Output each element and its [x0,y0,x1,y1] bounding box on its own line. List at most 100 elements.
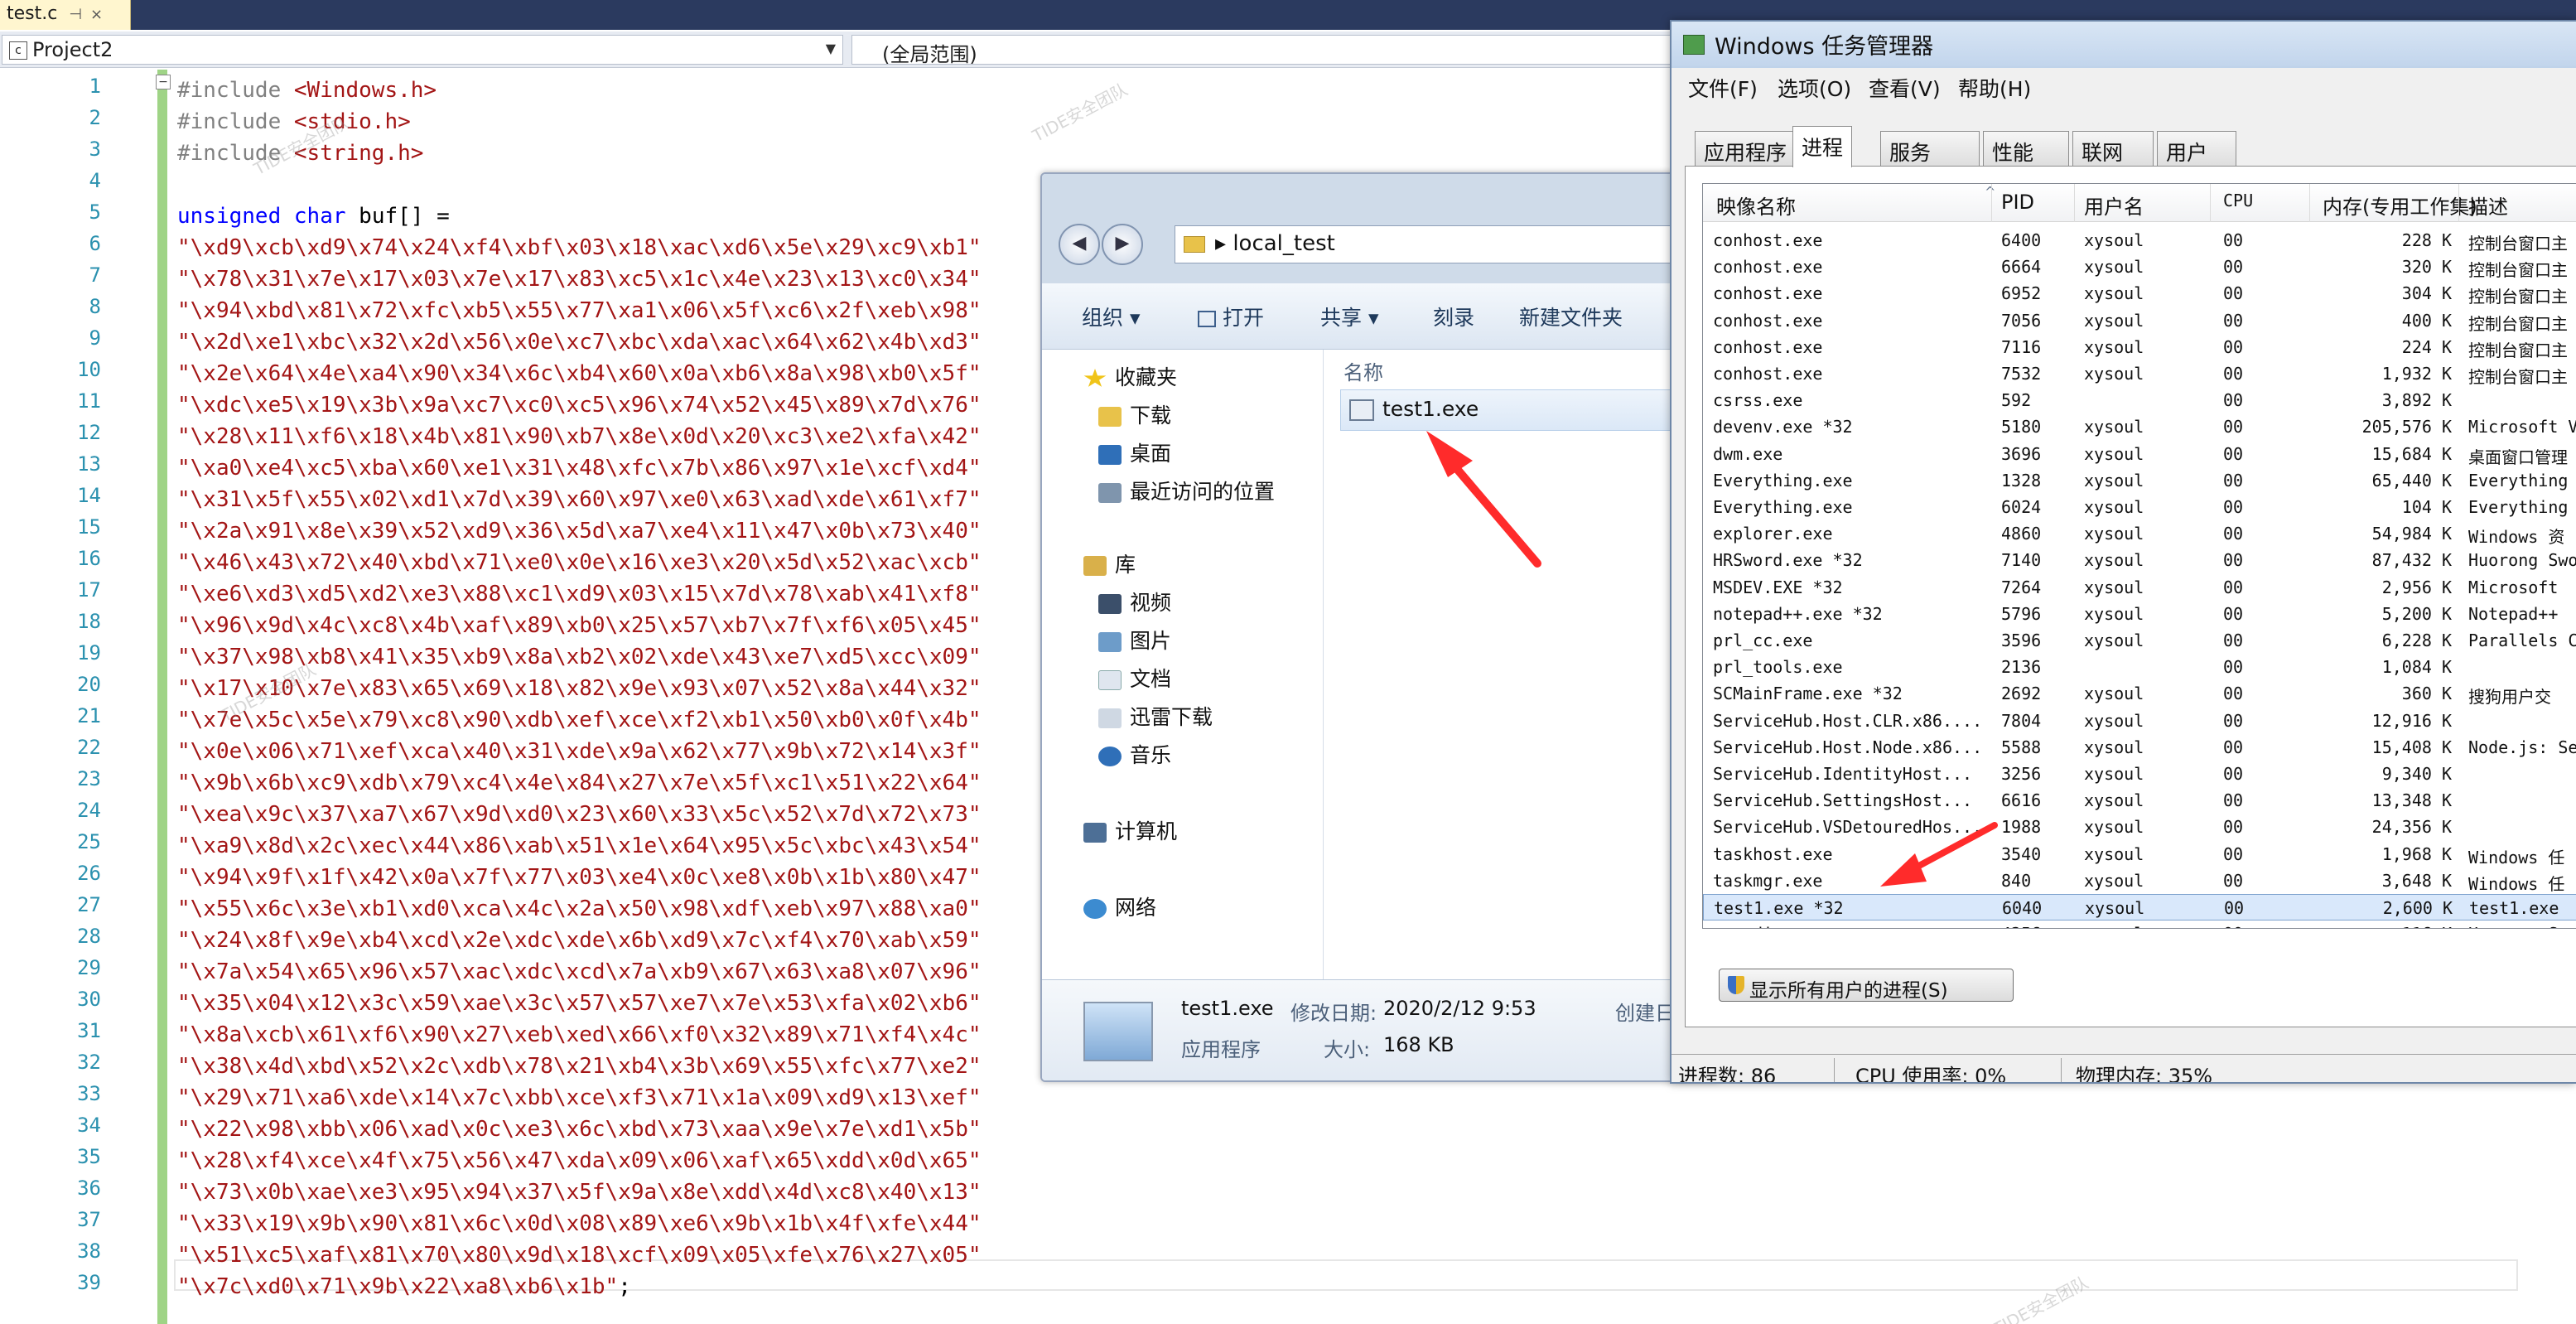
tab-users[interactable]: 用户 [2157,131,2236,166]
process-row[interactable]: conhost.exe 7116 xysoul 00 224 K 控制台窗口主 [1703,334,2576,360]
process-row[interactable]: Everything.exe 6024 xysoul 00 104 K Everythin… [1703,494,2576,520]
process-row[interactable]: conhost.exe 7056 xysoul 00 400 K 控制台窗口主 [1703,307,2576,334]
menu-file[interactable]: 文件(F) [1688,73,1758,103]
line-number: 37 [77,1208,101,1231]
scope-dropdown-value: (全局范围) [882,43,977,65]
nav-network[interactable]: 网络 [1083,892,1156,921]
process-row[interactable]: ServiceHub.IdentityHost... 3256 xysoul 00 9,… [1703,761,2576,787]
process-mem: 87,432 K [2371,550,2452,571]
nav-recent-places[interactable]: 最近访问的位置 [1098,476,1275,505]
scope-dropdown[interactable]: (全局范围) [851,35,1680,65]
process-row[interactable]: notepad++.exe *32 5796 xysoul 00 5,200 K Note… [1703,601,2576,627]
project-dropdown[interactable]: c Project2 ▼ [2,35,843,65]
process-row[interactable]: taskhost.exe 3540 xysoul 00 1,968 K Windows 任 [1703,841,2576,867]
process-row[interactable]: devenv.exe *32 5180 xysoul 00 205,576 K Micro… [1703,413,2576,440]
task-manager-titlebar: Windows 任务管理器 [1672,22,2576,66]
collapse-toggle-icon[interactable]: − [156,75,171,89]
process-mem: 6,228 K [2381,631,2452,650]
process-mem: 1,084 K [2381,657,2452,678]
nav-videos[interactable]: 视频 [1098,587,1171,616]
process-row[interactable]: Everything.exe 1328 xysoul 00 65,440 K Everyt… [1703,467,2576,494]
col-description[interactable]: 描述 [2468,191,2508,220]
process-row[interactable]: ServiceHub.Host.CLR.x86.... 7804 xysoul 00 1… [1703,708,2576,734]
process-row[interactable]: conhost.exe 6664 xysoul 00 320 K 控制台窗口主 [1703,254,2576,280]
process-row[interactable]: explorer.exe 4860 xysoul 00 54,984 K Windows … [1703,520,2576,547]
nav-favorites-label: 收藏夹 [1115,365,1178,389]
tab-networking[interactable]: 联网 [2072,131,2154,166]
nav-favorites[interactable]: 收藏夹 [1083,361,1177,391]
tab-applications[interactable]: 应用程序 [1695,131,1797,166]
line-number: 14 [77,484,101,507]
col-memory[interactable]: 内存(专用工作集) [2323,191,2477,220]
process-row[interactable]: test1.exe *32 6040 xysoul 00 2,600 K test1.ex… [1703,894,2576,921]
process-mem: 15,408 K [2371,737,2452,757]
nav-libraries[interactable]: 库 [1083,548,1136,578]
tab-performance[interactable]: 性能 [1983,131,2069,166]
uac-shield-icon [1728,976,1744,994]
line-number: 9 [89,326,101,350]
star-icon [1083,369,1107,387]
col-user[interactable]: 用户名 [2084,191,2144,220]
process-user: xysoul [2084,497,2144,517]
process-pid: 3596 [2001,631,2042,650]
toolbar-burn[interactable]: 刻录 [1433,302,1474,331]
process-mem: 2,956 K [2381,577,2452,597]
process-row[interactable]: ServiceHub.VSDetouredHos... 1988 xysoul 00 2… [1703,814,2576,840]
process-row[interactable]: prl_cc.exe 3596 xysoul 00 6,228 K Parallels C [1703,627,2576,654]
col-image-name[interactable]: 映像名称 [1716,191,1796,220]
nav-xunlei-downloads[interactable]: 迅雷下载 [1098,701,1213,731]
include-directive: #include [177,78,294,103]
process-mem: 3,648 K [2381,870,2452,891]
process-row[interactable]: ServiceHub.Host.Node.x86... 5588 xysoul 00 1… [1703,734,2576,761]
process-row[interactable]: taskmgr.exe 840 xysoul 00 3,648 K Windows 任 [1703,867,2576,894]
pin-icon[interactable]: ⊣ [69,6,82,23]
process-row[interactable]: dwm.exe 3696 xysoul 00 15,684 K 桌面窗口管理 [1703,441,2576,467]
process-row[interactable]: prl_tools.exe 2136 00 1,084 K [1703,654,2576,680]
process-row[interactable]: HRSword.exe *32 7140 xysoul 00 87,432 K Huoro… [1703,547,2576,573]
forward-button[interactable]: ▶ [1102,224,1143,265]
process-cpu: 00 [2223,843,2244,864]
process-row[interactable]: MSDEV.EXE *32 7264 xysoul 00 2,956 K Microsof… [1703,574,2576,601]
toolbar-organize[interactable]: 组织 ▾ [1082,302,1141,331]
nav-pictures[interactable]: 图片 [1098,625,1171,655]
tab-services[interactable]: 服务 [1880,131,1980,166]
file-item-test1-exe[interactable]: test1.exe [1340,389,1718,431]
process-user: xysoul [2084,737,2144,757]
col-cpu[interactable]: CPU [2223,191,2253,210]
nav-downloads[interactable]: 下载 [1098,399,1171,429]
nav-documents[interactable]: 文档 [1098,663,1171,693]
process-table[interactable]: 映像名称 ^ PID 用户名 CPU 内存(专用工作集) 描述 conhost.… [1702,183,2576,929]
code-line: "\xd9\xcb\xd9\x74\x24\xf4\xbf\x03\x18\xa… [177,232,982,263]
process-mem: 1,932 K [2381,364,2452,384]
show-all-users-processes-button[interactable]: 显示所有用户的进程(S) [1719,969,2014,1002]
nav-music[interactable]: 音乐 [1098,739,1171,769]
tab-processes[interactable]: 进程 [1792,126,1853,167]
toolbar-new-folder[interactable]: 新建文件夹 [1519,302,1623,331]
nav-computer[interactable]: 计算机 [1083,815,1177,845]
process-row[interactable]: csrss.exe 592 00 3,892 K [1703,387,2576,413]
string-literal: "\x8a\xcb\x61\xf6\x90\x27\xeb\xed\x66\xf… [177,1022,982,1047]
nav-xunlei-label: 迅雷下载 [1130,705,1213,729]
process-row[interactable]: usysdiag.exe 4256 xysoul 00 116 K Huorong Sys [1703,921,2576,928]
col-pid[interactable]: PID [2001,191,2034,214]
nav-desktop[interactable]: 桌面 [1098,437,1171,467]
address-bar[interactable]: ▸ local_test [1175,225,1718,263]
menu-help[interactable]: 帮助(H) [1958,73,2031,103]
process-row[interactable]: ServiceHub.SettingsHost... 6616 xysoul 00 13… [1703,787,2576,814]
menu-options[interactable]: 选项(O) [1778,73,1851,103]
process-row[interactable]: conhost.exe 6952 xysoul 00 304 K 控制台窗口主 [1703,280,2576,307]
back-button[interactable]: ◀ [1059,224,1100,265]
string-literal: "\xdc\xe5\x19\x3b\x9a\xc7\xc0\xc5\x96\x7… [177,393,982,418]
toolbar-open[interactable]: 打开 [1198,302,1264,331]
column-header-name[interactable]: 名称 [1343,356,1383,385]
process-user: xysoul [2084,870,2144,891]
tab-test-c[interactable]: test.c ⊣ × [0,0,131,30]
close-icon[interactable]: × [90,6,103,23]
menu-view[interactable]: 查看(V) [1869,73,1941,103]
process-row[interactable]: conhost.exe 7532 xysoul 00 1,932 K 控制台窗口主 [1703,360,2576,387]
nav-desktop-label: 桌面 [1130,442,1172,466]
toolbar-share[interactable]: 共享 ▾ [1320,302,1379,331]
process-row[interactable]: conhost.exe 6400 xysoul 00 228 K 控制台窗口主 [1703,227,2576,254]
process-row[interactable]: SCMainFrame.exe *32 2692 xysoul 00 360 K 搜狗用户… [1703,680,2576,707]
code-line: "\x78\x31\x7e\x17\x03\x7e\x17\x83\xc5\x1… [177,263,982,295]
